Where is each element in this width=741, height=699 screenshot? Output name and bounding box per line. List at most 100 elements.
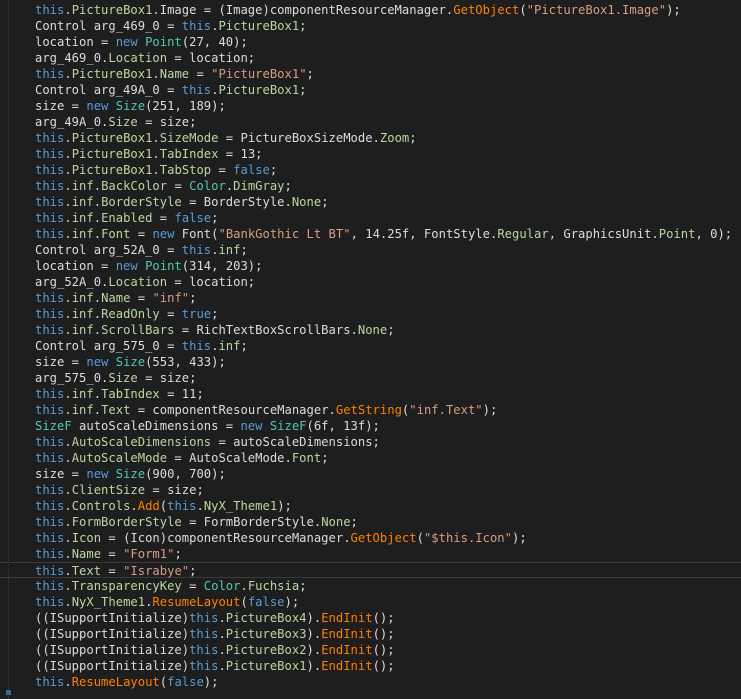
code-token: = [101,547,124,561]
code-token: ; [306,67,314,81]
code-token: PictureBox2 [225,643,307,657]
code-token: . [64,515,72,529]
code-token: ClientSize [71,483,146,497]
code-token: (6f, 13f); [306,419,380,433]
code-line[interactable]: this.AutoScaleMode = AutoScaleMode.Font; [35,450,329,466]
code-token: Icon [71,531,102,545]
code-token: = (Icon)componentResourceManager. [101,531,351,545]
code-line[interactable]: arg_469_0.Location = location; [35,50,255,66]
code-token: . [64,675,72,689]
code-line[interactable]: size = new Size(553, 433); [35,354,226,370]
code-token: (27, 40); [181,35,248,49]
code-line[interactable]: this.Controls.Add(this.NyX_Theme1); [35,498,292,514]
code-token: .Image = (Image)componentResourceManager… [152,3,454,17]
code-token: PictureBox4 [225,611,307,625]
code-token: = [159,307,182,321]
code-token: this [181,19,212,33]
code-line[interactable]: this.NyX_Theme1.ResumeLayout(false); [35,594,299,610]
code-token: . [64,595,72,609]
code-token: = 13; [218,147,263,161]
code-token: this [35,435,65,449]
code-token: . [64,451,72,465]
code-token: ( [416,531,424,545]
code-token: (251, 189); [145,99,226,113]
code-token: ((ISupportInitialize) [35,611,190,625]
code-token: , GraphicsUnit. [548,227,659,241]
code-token: inf [71,195,94,209]
code-line[interactable]: this.Icon = (Icon)componentResourceManag… [35,530,527,546]
code-token: new [86,99,109,113]
code-line[interactable]: this.inf.Font = new Font("BankGothic Lt … [35,226,732,242]
code-line[interactable]: ((ISupportInitialize)this.PictureBox2).E… [35,642,395,658]
code-line[interactable]: this.ClientSize = size; [35,482,204,498]
code-line[interactable]: this.inf.BorderStyle = BorderStyle.None; [35,194,329,210]
code-line[interactable]: SizeF autoScaleDimensions = new SizeF(6f… [35,418,380,434]
code-token: ); [666,3,681,17]
code-line[interactable]: this.inf.Text = componentResourceManager… [35,402,497,418]
code-token: this [35,515,65,529]
code-line[interactable]: size = new Size(900, 700); [35,466,226,482]
code-token: false [174,211,212,225]
code-token: ; [269,163,278,177]
code-token: . [64,531,72,545]
code-line[interactable]: arg_575_0.Size = size; [35,370,196,386]
code-editor[interactable]: this. PictureBox1.Image = (Image)componen… [0,0,741,699]
code-line[interactable]: this.inf.Name = "inf"; [35,290,196,306]
code-line[interactable]: this.Name = "Form1"; [35,546,182,562]
code-line[interactable]: this.PictureBox1.TabIndex = 13; [35,146,263,162]
code-token: (900, 700); [145,467,226,481]
code-token: = size; [137,115,197,129]
code-line[interactable]: this.inf.TabIndex = 11; [35,386,204,402]
code-line[interactable]: Control arg_469_0 = this.PictureBox1; [35,18,307,34]
code-token: . [64,147,72,161]
code-line[interactable]: this.inf.ReadOnly = true; [35,306,218,322]
code-line[interactable]: this.ResumeLayout(false); [35,674,218,690]
code-token: SizeF [269,419,307,433]
code-line[interactable]: ((ISupportInitialize)this.PictureBox3).E… [35,626,395,642]
code-line[interactable]: location = new Point(314, 203); [35,258,262,274]
code-token: = RichTextBoxScrollBars. [174,323,358,337]
code-line[interactable]: this.inf.Enabled = false; [35,210,218,226]
code-line[interactable]: this.Text = "Israbye"; [0,562,741,578]
code-token: new [152,227,175,241]
code-token: = componentResourceManager. [130,403,336,417]
code-token: PictureBox1 [71,3,153,17]
code-token: this [35,531,65,545]
code-token: inf [218,339,241,353]
code-line[interactable]: this.PictureBox1.TabStop = false; [35,162,277,178]
code-token: Control arg_49A_0 = [35,83,182,97]
code-line[interactable]: ((ISupportInitialize)this.PictureBox1).E… [35,658,395,674]
code-token: this [35,323,65,337]
code-line[interactable]: this.AutoScaleDimensions = autoScaleDime… [35,434,380,450]
code-token: , 0); [695,227,733,241]
code-line[interactable]: this.TransparencyKey = Color.Fuchsia; [35,578,307,594]
code-token: . [152,147,160,161]
code-line[interactable]: Control arg_49A_0 = this.PictureBox1; [35,82,307,98]
code-line[interactable]: Control arg_52A_0 = this.inf; [35,242,248,258]
code-line[interactable]: size = new Size(251, 189); [35,98,226,114]
code-line[interactable]: arg_49A_0.Size = size; [35,114,196,130]
code-line[interactable]: this.inf.ScrollBars = RichTextBoxScrollB… [35,322,395,338]
code-token: this [35,451,65,465]
code-token: inf [71,179,94,193]
code-line[interactable]: location = new Point(27, 40); [35,34,248,50]
code-line[interactable]: Control arg_575_0 = this.inf; [35,338,248,354]
code-line[interactable]: this.PictureBox1.Name = "PictureBox1"; [35,66,314,82]
code-token: NyX_Theme1 [71,595,146,609]
code-line[interactable]: arg_52A_0.Location = location; [35,274,255,290]
code-token: ). [306,611,322,625]
code-token: ; [321,451,329,465]
code-token: . [64,499,72,513]
code-token: this [35,147,65,161]
code-line[interactable]: ((ISupportInitialize)this.PictureBox4).E… [35,610,395,626]
code-token: inf [71,323,94,337]
code-line[interactable]: this.PictureBox1.SizeMode = PictureBoxSi… [35,130,417,146]
code-line[interactable]: this.PictureBox1.Image = (Image)componen… [35,2,681,18]
code-token: EndInit [321,659,373,673]
code-token: this [35,131,65,145]
code-token: Regular [497,227,549,241]
code-line[interactable]: this.FormBorderStyle = FormBorderStyle.N… [35,514,358,530]
code-token: location = [35,35,116,49]
code-token: Name [71,547,102,561]
code-line[interactable]: this.inf.BackColor = Color.DimGray; [35,178,292,194]
